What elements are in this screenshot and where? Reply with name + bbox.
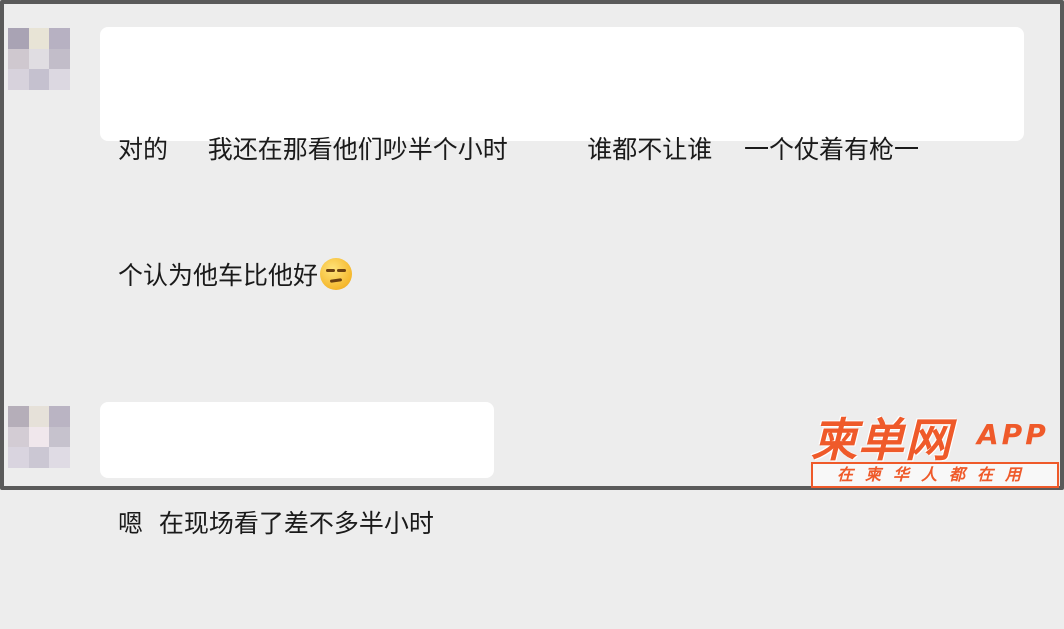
watermark-slogan: 在柬华人都在用	[836, 465, 1033, 484]
avatar[interactable]	[8, 406, 70, 468]
chat-screenshot-frame: 对的 我还在那看他们吵半个小时 谁都不让谁 一个仗着有枪一 个认为他车比他好 嗯…	[0, 0, 1064, 538]
unamused-face-icon	[320, 258, 353, 290]
message-bubble[interactable]: 嗯 在现场看了差不多半小时	[100, 402, 494, 538]
watermark-slogan-box: 在柬华人都在用	[811, 462, 1059, 488]
message-text-line: 个认为他车比他好	[118, 255, 1024, 297]
watermark-logo: 柬单网 APP 在柬华人都在用	[807, 404, 1061, 488]
message-text-line: 嗯 在现场看了差不多半小时	[118, 509, 434, 538]
message-bubble[interactable]: 对的 我还在那看他们吵半个小时 谁都不让谁 一个仗着有枪一 个认为他车比他好	[100, 27, 1024, 290]
message-text: 个认为他车比他好	[118, 261, 319, 290]
watermark-brand: 柬单网	[811, 413, 952, 467]
avatar[interactable]	[8, 28, 70, 90]
watermark-app-label: APP	[977, 418, 1049, 451]
message-text-line: 对的 我还在那看他们吵半个小时 谁都不让谁 一个仗着有枪一	[118, 135, 919, 164]
